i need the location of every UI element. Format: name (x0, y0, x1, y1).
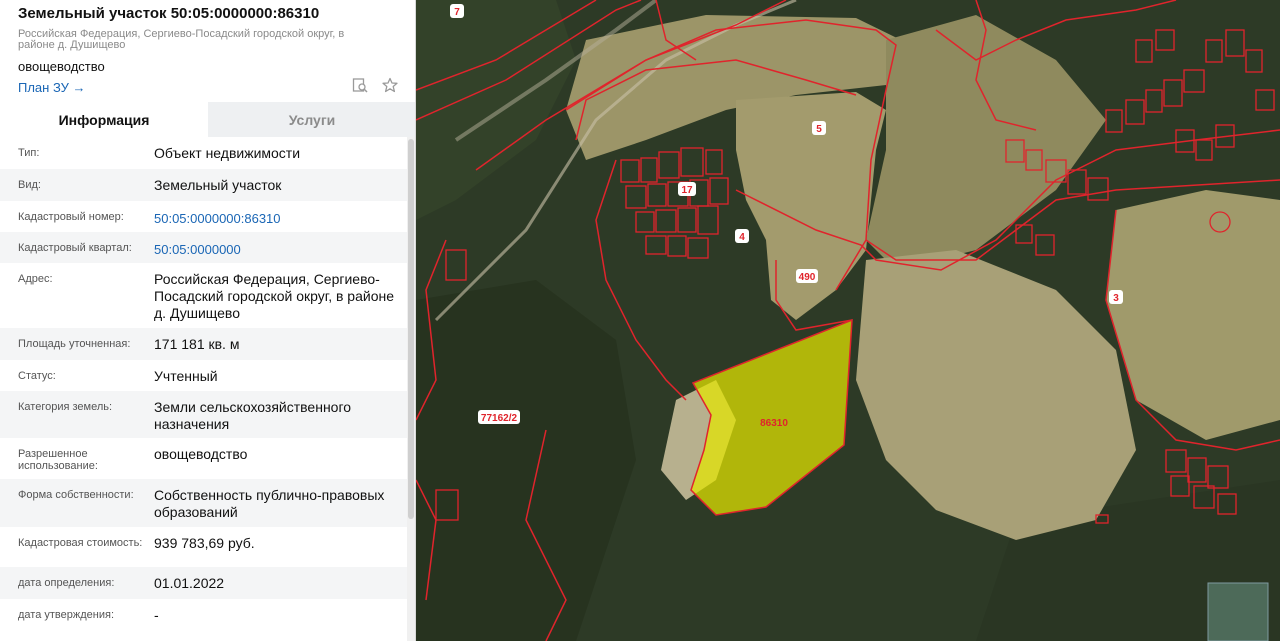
row-label: Тип: (18, 147, 40, 159)
row-label: дата определения: (18, 577, 115, 589)
address-subtitle: Российская Федерация, Сергиево-Посадский… (18, 28, 345, 51)
row-label: Кадастровый номер: (18, 211, 124, 223)
row-label: Статус: (18, 370, 56, 382)
row-value: Земли сельскохозяйственного назначения (154, 399, 352, 432)
tabs: Информация Услуги (0, 102, 415, 137)
info-row-cadastral-quarter: Кадастровый квартал: 50:05:0000000 (0, 232, 408, 263)
row-label: Площадь уточненная: (18, 338, 131, 350)
row-label: дата утверждения: (18, 609, 115, 621)
info-row-permitted-use: Разрешенное использование: овощеводство (0, 438, 408, 479)
tab-information[interactable]: Информация (0, 102, 208, 137)
info-row-ownership: Форма собственности: Собственность публи… (0, 479, 408, 527)
info-row-date-determined: дата определения: 01.01.2022 (0, 567, 408, 599)
parcel-label-5: 5 (816, 124, 822, 135)
header-actions (351, 76, 399, 94)
row-label: Вид: (18, 179, 41, 191)
row-label: Кадастровая стоимость: (18, 537, 143, 549)
tab-services[interactable]: Услуги (208, 102, 415, 137)
parcel-label-3: 3 (1113, 293, 1119, 304)
row-label: Форма собственности: (18, 489, 134, 501)
parcel-label-77162-2: 77162/2 (481, 413, 518, 424)
cadastral-number-link[interactable]: 50:05:0000000:86310 (154, 201, 408, 232)
info-row-date-approved: дата утверждения: - (0, 599, 408, 631)
panel-scrollbar[interactable] (407, 137, 415, 641)
info-row-area: Площадь уточненная: 171 181 кв. м (0, 328, 408, 360)
row-value: 939 783,69 руб. (154, 535, 255, 551)
info-row-address: Адрес: Российская Федерация, Сергиево-По… (0, 263, 408, 328)
satellite-map[interactable]: 7 5 17 4 490 3 77162/2 86310 (416, 0, 1280, 641)
parcel-label-4: 4 (739, 232, 745, 243)
parcel-label-7: 7 (454, 7, 460, 18)
row-value: 01.01.2022 (154, 575, 225, 591)
arrow-right-icon: → (72, 80, 86, 95)
star-icon[interactable] (381, 76, 399, 94)
info-row-type: Тип: Объект недвижимости (0, 137, 408, 169)
row-value: Учтенный (154, 368, 218, 384)
permitted-use-text: овощеводство (18, 59, 105, 74)
row-value: Собственность публично-правовых образова… (154, 487, 385, 520)
parcel-label-86310: 86310 (760, 418, 788, 429)
map-canvas[interactable]: 7 5 17 4 490 3 77162/2 86310 (416, 0, 1280, 641)
row-label: Категория земель: (18, 401, 113, 413)
map-search-icon[interactable] (351, 76, 369, 94)
info-row-status: Статус: Учтенный (0, 360, 408, 391)
row-value: 171 181 кв. м (154, 336, 240, 352)
row-label: Адрес: (18, 273, 53, 285)
minimap-thumbnail[interactable] (1207, 582, 1269, 641)
info-row-cadastral-number: Кадастровый номер: 50:05:0000000:86310 (0, 201, 408, 232)
cadastral-quarter-link[interactable]: 50:05:0000000 (154, 232, 408, 263)
info-row-cadastral-value: Кадастровая стоимость: 939 783,69 руб. (0, 527, 408, 567)
info-panel: Земельный участок 50:05:0000000:86310 Ро… (0, 0, 416, 641)
row-value: - (154, 607, 159, 623)
info-row-kind: Вид: Земельный участок (0, 169, 408, 201)
row-value: овощеводство (154, 446, 248, 462)
scrollbar-thumb[interactable] (408, 139, 414, 519)
page-title: Земельный участок 50:05:0000000:86310 (18, 5, 320, 22)
property-info-list: Тип: Объект недвижимости Вид: Земельный … (0, 137, 408, 631)
row-value: Российская Федерация, Сергиево-Посадский… (154, 271, 394, 321)
row-label: Разрешенное использование: (18, 448, 98, 472)
info-row-land-category: Категория земель: Земли сельскохозяйстве… (0, 391, 408, 438)
row-label: Кадастровый квартал: (18, 242, 132, 254)
parcel-label-17: 17 (681, 185, 693, 196)
plan-link-label: План ЗУ (18, 80, 69, 95)
plan-link[interactable]: План ЗУ → (18, 80, 86, 95)
parcel-label-490: 490 (799, 272, 816, 283)
panel-header: Земельный участок 50:05:0000000:86310 Ро… (0, 0, 415, 102)
row-value: Земельный участок (154, 177, 282, 193)
row-value: Объект недвижимости (154, 145, 301, 161)
